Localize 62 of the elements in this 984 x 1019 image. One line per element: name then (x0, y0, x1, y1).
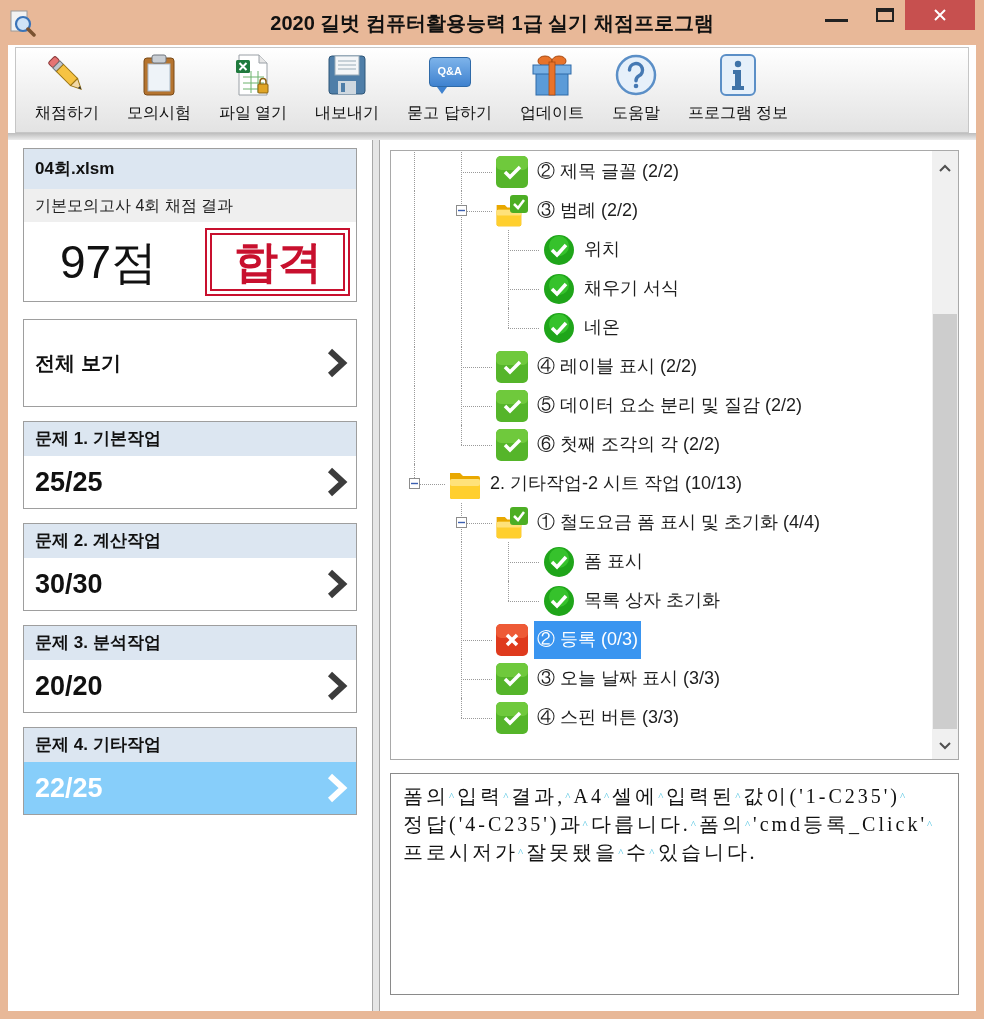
tree-item[interactable]: ② 제목 글꼴 (2/2) (534, 152, 682, 191)
chevron-right-icon (326, 569, 348, 599)
close-icon (934, 9, 946, 21)
section-title: 문제 1. 기본작업 (24, 422, 356, 456)
help-icon (613, 53, 658, 97)
section-title: 문제 3. 분석작업 (24, 626, 356, 660)
scrollbar-thumb[interactable] (933, 314, 957, 729)
section-score: 30/30 (35, 567, 103, 601)
minus-icon (458, 519, 465, 526)
tree-item[interactable]: 폼 표시 (581, 542, 646, 581)
toolbar-button[interactable]: 모의시험 (113, 48, 205, 127)
toolbar-button[interactable]: Q&A 묻고 답하기 (393, 48, 506, 127)
section-title: 문제 4. 기타작업 (24, 728, 356, 762)
maximize-icon (876, 8, 894, 22)
toolbar-button[interactable]: 업데이트 (505, 48, 598, 127)
minus-icon (411, 480, 418, 487)
view-all-button[interactable]: 전체 보기 (23, 319, 357, 407)
tree-item[interactable]: 2. 기타작업-2 시트 작업 (10/13) (487, 464, 746, 503)
score-text: 97점 (60, 238, 158, 285)
section-card[interactable]: 문제 1. 기본작업 25/25 (23, 421, 357, 509)
toolbar-button[interactable]: 채점하기 (21, 48, 113, 127)
close-button[interactable] (905, 0, 975, 30)
result-message: 폼의^입력^결과,^A4^셀에^입력된^값이('1-C235')^정답('4-C235')과^다릅니다.^폼의^'cmd등록_Click'^프로시저가^잘못됐을^수^있습니다. (403, 784, 937, 865)
tree-item[interactable]: ⑤ 데이터 요소 분리 및 질감 (2/2) (534, 386, 806, 425)
pass-stamp: 합격 (205, 227, 350, 296)
result-subtitle: 기본모의고사 4회 채점 결과 (24, 189, 356, 222)
tree-item[interactable]: 채우기 서식 (581, 269, 682, 308)
section-card[interactable]: 문제 3. 분석작업 20/20 (23, 625, 357, 713)
tree-item[interactable]: 네온 (581, 308, 623, 347)
section-score: 20/20 (35, 669, 103, 703)
chevron-right-icon (326, 467, 348, 497)
tree-item[interactable]: 위치 (581, 230, 623, 269)
chevron-right-icon (326, 773, 348, 803)
tree-item[interactable]: ④ 스핀 버튼 (3/3) (534, 698, 682, 737)
chevron-up-icon (939, 164, 951, 172)
tree-item[interactable]: ⑥ 첫째 조각의 각 (2/2) (534, 425, 723, 464)
chevron-right-icon (326, 348, 348, 378)
gift-icon (529, 53, 574, 97)
chevron-down-icon (939, 741, 951, 750)
section-card[interactable]: 문제 2. 계산작업 30/30 (23, 523, 357, 611)
collapse-button[interactable] (409, 478, 420, 489)
collapse-button[interactable] (456, 205, 467, 216)
tree-item[interactable]: ③ 범례 (2/2) (534, 191, 641, 230)
tree-item[interactable]: ① 철도요금 폼 표시 및 초기화 (4/4) (534, 503, 824, 542)
window-title: 2020 길벗 컴퓨터활용능력 1급 실기 채점프로그램 (270, 10, 714, 36)
section-score: 25/25 (35, 465, 103, 499)
toolbar-button[interactable]: 파일 열기 (205, 48, 302, 127)
minimize-icon (824, 18, 848, 22)
tree-item[interactable]: ③ 오늘 날짜 표시 (3/3) (534, 659, 723, 698)
file-name: 04회.xlsm (24, 149, 356, 189)
section-title: 문제 2. 계산작업 (24, 524, 356, 558)
collapse-button[interactable] (456, 517, 467, 528)
toolbar-button[interactable]: 도움말 (597, 48, 674, 127)
tree-item[interactable]: ④ 레이블 표시 (2/2) (534, 347, 700, 386)
magnifier-icon (8, 8, 36, 37)
section-card[interactable]: 문제 4. 기타작업 22/25 (23, 727, 357, 815)
chevron-right-icon (326, 671, 348, 701)
minus-icon (458, 207, 465, 214)
toolbar-button[interactable]: 내보내기 (301, 48, 394, 127)
tree-item[interactable]: 목록 상자 초기화 (581, 581, 723, 620)
section-score: 22/25 (35, 771, 103, 805)
toolbar-button[interactable]: 프로그램 정보 (673, 48, 803, 127)
